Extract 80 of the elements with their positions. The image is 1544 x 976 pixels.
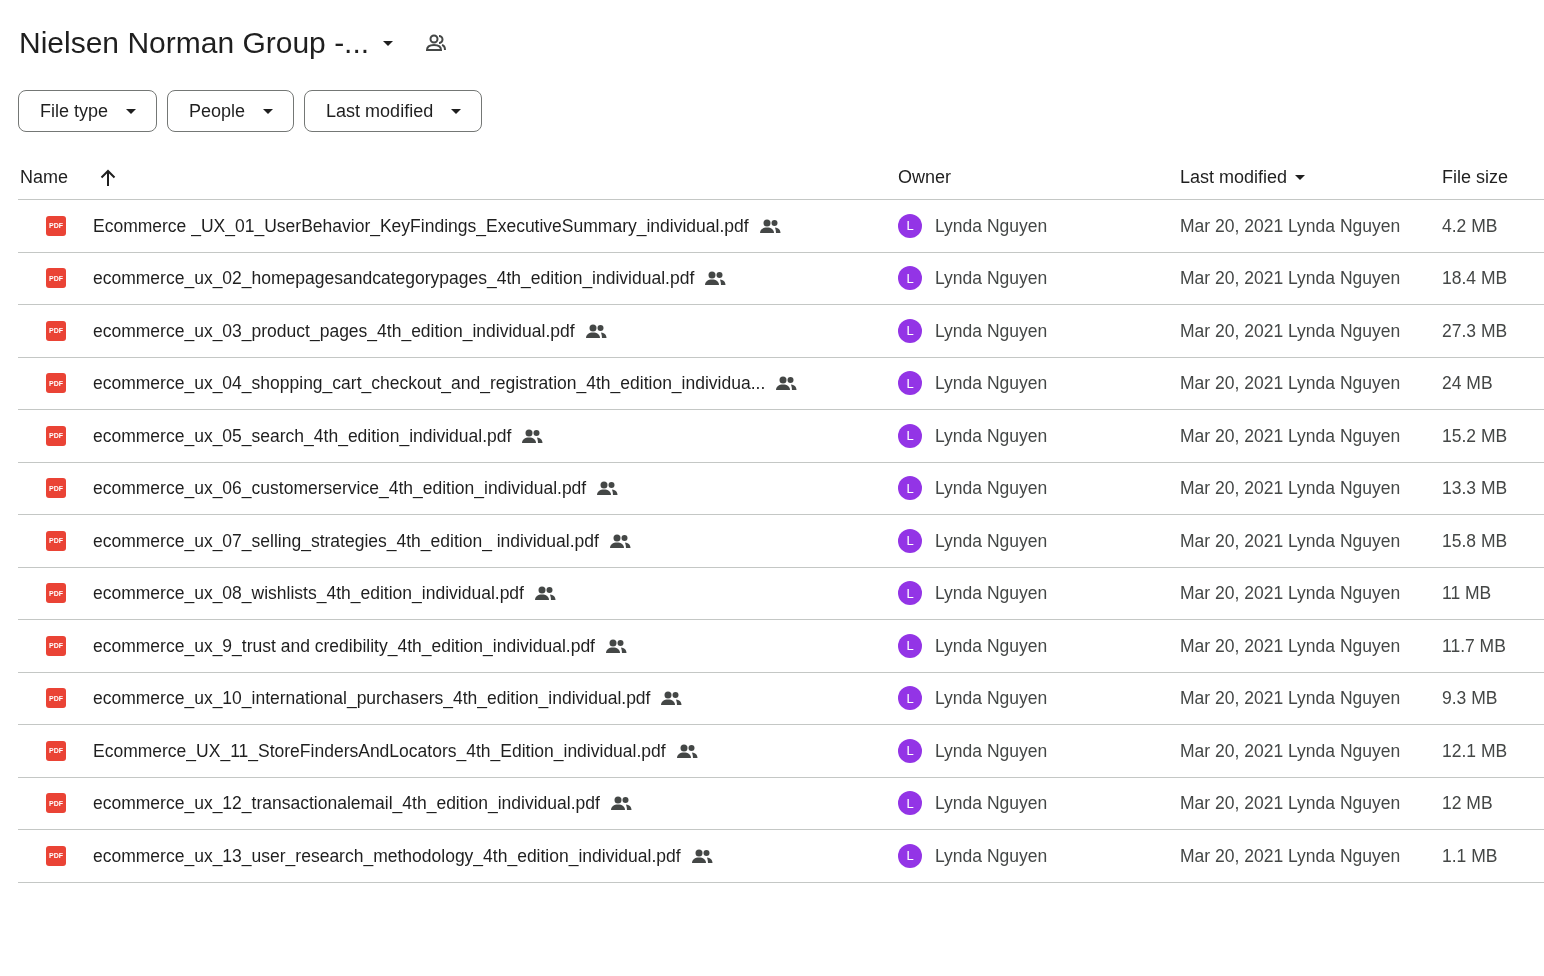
file-size: 15.2 MB bbox=[1442, 425, 1508, 446]
file-name[interactable]: Ecommerce _UX_01_UserBehavior_KeyFindings_ExecutiveSummary_individual.pdf bbox=[93, 212, 749, 239]
file-size: 11.7 MB bbox=[1442, 635, 1506, 656]
file-size: 4.2 MB bbox=[1442, 215, 1498, 236]
last-modified: Mar 20, 2021 Lynda Nguyen bbox=[1180, 688, 1401, 709]
last-modified: Mar 20, 2021 Lynda Nguyen bbox=[1180, 793, 1401, 814]
owner-name: Lynda Nguyen bbox=[935, 634, 1048, 658]
file-name[interactable]: ecommerce_ux_05_search_4th_edition_individual.pdf bbox=[93, 422, 512, 449]
owner-avatar: L bbox=[898, 318, 922, 343]
file-name[interactable]: ecommerce_ux_13_user_research_methodology_4th_edition_individual.pdf bbox=[93, 842, 681, 869]
last-modified: Mar 20, 2021 Lynda Nguyen bbox=[1180, 215, 1401, 236]
last-modified: Mar 20, 2021 Lynda Nguyen bbox=[1180, 478, 1401, 499]
column-header[interactable]: File size bbox=[1442, 164, 1508, 191]
file-name[interactable]: ecommerce_ux_10_international_purchasers_4th_edition_individual.pdf bbox=[93, 685, 651, 712]
file-size: 12.1 MB bbox=[1442, 740, 1508, 761]
owner-avatar: L bbox=[898, 423, 922, 448]
owner-name: Lynda Nguyen bbox=[935, 319, 1048, 343]
title-caret-icon bbox=[383, 40, 394, 46]
last-modified: Mar 20, 2021 Lynda Nguyen bbox=[1180, 583, 1401, 604]
filter-chip[interactable]: File type bbox=[18, 90, 158, 132]
last-modified: Mar 20, 2021 Lynda Nguyen bbox=[1180, 635, 1401, 656]
owner-name: Lynda Nguyen bbox=[935, 424, 1048, 448]
last-modified: Mar 20, 2021 Lynda Nguyen bbox=[1180, 373, 1401, 394]
owner-avatar: L bbox=[898, 686, 922, 711]
file-name[interactable]: ecommerce_ux_08_wishlists_4th_edition_individual.pdf bbox=[93, 580, 524, 607]
caret-icon bbox=[451, 108, 462, 114]
last-modified: Mar 20, 2021 Lynda Nguyen bbox=[1180, 320, 1401, 341]
file-size: 11 MB bbox=[1442, 583, 1492, 604]
owner-name: Lynda Nguyen bbox=[935, 477, 1048, 501]
file-name[interactable]: ecommerce_ux_04_shopping_cart_checkout_and_registration_4th_edition_individua... bbox=[93, 370, 766, 397]
owner-name: Lynda Nguyen bbox=[935, 214, 1048, 238]
owner-name: Lynda Nguyen bbox=[935, 372, 1048, 396]
owner-avatar: L bbox=[898, 213, 922, 238]
file-name[interactable]: ecommerce_ux_06_customerservice_4th_edition_individual.pdf bbox=[93, 475, 587, 502]
owner-name: Lynda Nguyen bbox=[935, 687, 1048, 711]
owner-avatar: L bbox=[898, 476, 922, 501]
column-header[interactable]: Name bbox=[20, 164, 68, 191]
file-name[interactable]: ecommerce_ux_9_trust and credibility_4th_edition_individual.pdf bbox=[93, 632, 595, 659]
sort-up-arrow-icon[interactable] bbox=[100, 168, 116, 187]
filter-chip[interactable]: People bbox=[167, 90, 295, 132]
owner-name: Lynda Nguyen bbox=[935, 844, 1048, 868]
file-name[interactable]: ecommerce_ux_03_product_pages_4th_edition_individual.pdf bbox=[93, 317, 575, 344]
owner-avatar: L bbox=[898, 791, 922, 816]
sort-down-caret-icon[interactable] bbox=[1295, 175, 1306, 180]
owner-avatar: L bbox=[898, 371, 922, 396]
owner-name: Lynda Nguyen bbox=[935, 792, 1048, 816]
file-size: 12 MB bbox=[1442, 793, 1493, 814]
last-modified: Mar 20, 2021 Lynda Nguyen bbox=[1180, 425, 1401, 446]
last-modified: Mar 20, 2021 Lynda Nguyen bbox=[1180, 268, 1401, 289]
shared-people-icon[interactable] bbox=[425, 34, 448, 52]
file-name[interactable]: ecommerce_ux_02_homepagesandcategorypages_4th_edition_individual.pdf bbox=[93, 265, 695, 292]
file-size: 24 MB bbox=[1442, 373, 1493, 394]
file-size: 27.3 MB bbox=[1442, 320, 1508, 341]
folder-title[interactable]: Nielsen Norman Group -... bbox=[18, 28, 370, 58]
file-name[interactable]: ecommerce_ux_12_transactionalemail_4th_edition_individual.pdf bbox=[93, 790, 600, 817]
column-header[interactable]: Last modified bbox=[1180, 164, 1288, 191]
last-modified: Mar 20, 2021 Lynda Nguyen bbox=[1180, 845, 1401, 866]
file-size: 1.1 MB bbox=[1442, 845, 1498, 866]
owner-avatar: L bbox=[898, 266, 922, 291]
owner-name: Lynda Nguyen bbox=[935, 529, 1048, 553]
owner-avatar: L bbox=[898, 843, 922, 868]
owner-avatar: L bbox=[898, 528, 922, 553]
file-size: 15.8 MB bbox=[1442, 530, 1508, 551]
file-name[interactable]: ecommerce_ux_07_selling_strategies_4th_edition_ individual.pdf bbox=[93, 527, 599, 554]
owner-name: Lynda Nguyen bbox=[935, 267, 1048, 291]
owner-name: Lynda Nguyen bbox=[935, 739, 1048, 763]
last-modified: Mar 20, 2021 Lynda Nguyen bbox=[1180, 740, 1401, 761]
file-size: 13.3 MB bbox=[1442, 478, 1508, 499]
owner-name: Lynda Nguyen bbox=[935, 582, 1048, 606]
last-modified: Mar 20, 2021 Lynda Nguyen bbox=[1180, 530, 1401, 551]
column-header[interactable]: Owner bbox=[898, 164, 951, 191]
file-name[interactable]: Ecommerce_UX_11_StoreFindersAndLocators_4th_Edition_individual.pdf bbox=[93, 737, 666, 764]
owner-avatar: L bbox=[898, 581, 922, 606]
file-size: 9.3 MB bbox=[1442, 688, 1498, 709]
filter-chip[interactable]: Last modified bbox=[304, 90, 483, 132]
caret-icon bbox=[126, 108, 137, 114]
owner-avatar: L bbox=[898, 738, 922, 763]
owner-avatar: L bbox=[898, 633, 922, 658]
caret-icon bbox=[263, 108, 274, 114]
file-size: 18.4 MB bbox=[1442, 268, 1508, 289]
